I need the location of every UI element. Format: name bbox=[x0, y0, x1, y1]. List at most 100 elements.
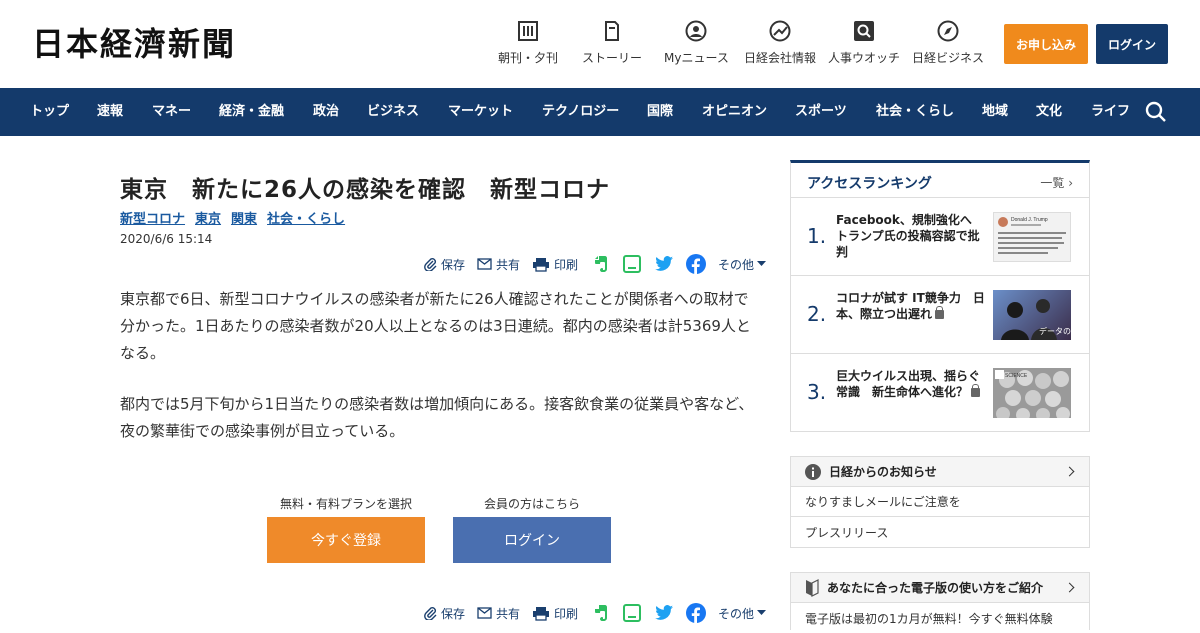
share-button[interactable]: 共有 bbox=[477, 605, 520, 622]
twitter-icon[interactable] bbox=[654, 603, 674, 623]
apply-button[interactable]: お申し込み bbox=[1004, 24, 1088, 64]
nav-label: 人事ウオッチ bbox=[828, 51, 901, 65]
chart-icon bbox=[769, 20, 791, 42]
tag-link[interactable]: 新型コロナ bbox=[120, 212, 185, 227]
lock-icon bbox=[935, 306, 945, 319]
search-icon[interactable] bbox=[1144, 100, 1168, 124]
rank-headline: Facebook、規制強化へ トランプ氏の投稿容認で批判 bbox=[836, 213, 984, 259]
guide-title: あなたに合った電子版の使い方をご紹介 bbox=[827, 581, 1044, 595]
ranking-more-link[interactable]: 一覧 › bbox=[1040, 174, 1073, 191]
tag-link[interactable]: 東京 bbox=[195, 212, 221, 227]
print-label: 印刷 bbox=[554, 257, 579, 272]
chevron-right-icon bbox=[1064, 582, 1075, 593]
save-button[interactable]: 保存 bbox=[424, 605, 465, 622]
thumb-caption: データの世紀 bbox=[1039, 326, 1071, 336]
more-label: その他 bbox=[718, 257, 755, 272]
site-logo[interactable]: 日本経濟新聞 bbox=[32, 24, 236, 64]
memo-icon[interactable] bbox=[622, 254, 642, 274]
twitter-icon[interactable] bbox=[654, 254, 674, 274]
user-icon bbox=[685, 20, 707, 42]
article-paragraph: 都内では5月下旬から1日当たりの感染者数は増加傾向にある。接客飲食業の従業員や客… bbox=[120, 395, 754, 440]
thumb-caption: Donald J. Trump bbox=[1011, 217, 1048, 223]
rank-number: 1. bbox=[807, 224, 827, 248]
nav-company-info[interactable]: 日経会社情報 bbox=[744, 20, 816, 66]
nav-item-business[interactable]: ビジネス bbox=[367, 88, 419, 136]
ranking-item[interactable]: 1. Facebook、規制強化へ トランプ氏の投稿容認で批判 Donald J… bbox=[791, 197, 1089, 275]
register-caption: 無料・有料プランを選択 bbox=[279, 497, 412, 511]
login-button[interactable]: ログイン bbox=[1096, 24, 1168, 64]
nav-item-international[interactable]: 国際 bbox=[647, 88, 673, 136]
ranking-item[interactable]: 3. 巨大ウイルス出現、揺らぐ常識 新生命体へ進化？ SCIENCE bbox=[791, 353, 1089, 431]
ranking-item[interactable]: 2. コロナが試す IT競争力 日本、際立つ出遅れ データの世紀 bbox=[791, 275, 1089, 353]
nav-item-market[interactable]: マーケット bbox=[448, 88, 513, 136]
nikkei-notice-box: 日経からのお知らせ なりすましメールにご注意を プレスリリース bbox=[790, 456, 1090, 548]
tag-link[interactable]: 社会・くらし bbox=[267, 212, 345, 227]
nav-story[interactable]: ストーリー bbox=[582, 20, 642, 66]
nav-label: ストーリー bbox=[582, 51, 643, 65]
paperclip-icon bbox=[424, 607, 437, 620]
nav-item-region[interactable]: 地域 bbox=[982, 88, 1008, 136]
evernote-icon[interactable] bbox=[590, 603, 610, 623]
nav-item-opinion[interactable]: オピニオン bbox=[702, 88, 767, 136]
memo-icon[interactable] bbox=[622, 603, 642, 623]
nav-personnel-watch[interactable]: 人事ウオッチ bbox=[828, 20, 900, 66]
tag-link[interactable]: 関東 bbox=[231, 212, 257, 227]
nav-morning-evening[interactable]: 朝刊・夕刊 bbox=[498, 20, 558, 66]
access-ranking: アクセスランキング 一覧 › 1. Facebook、規制強化へ トランプ氏の投… bbox=[790, 160, 1090, 432]
article-tags: 新型コロナ 東京 関東 社会・くらし bbox=[120, 208, 355, 227]
ranking-thumbnail: データの世紀 bbox=[993, 290, 1087, 340]
info-icon bbox=[805, 463, 821, 480]
caret-down-icon bbox=[757, 610, 767, 615]
article-paragraph: 東京都で6日、新型コロナウイルスの感染者が新たに26人確認されたことが関係者への… bbox=[120, 290, 751, 362]
print-button[interactable]: 印刷 bbox=[532, 256, 578, 273]
share-label: 共有 bbox=[496, 257, 521, 272]
data-century-image: データの世紀 bbox=[1001, 299, 1087, 340]
ranking-thumbnail: SCIENCE bbox=[993, 368, 1071, 422]
compass-icon bbox=[937, 20, 959, 42]
nav-item-culture[interactable]: 文化 bbox=[1036, 88, 1062, 136]
printer-icon bbox=[533, 606, 550, 621]
nav-item-top[interactable]: トップ bbox=[30, 88, 69, 136]
rank-number: 3. bbox=[807, 380, 827, 404]
share-label: 共有 bbox=[496, 606, 521, 621]
rank-headline: コロナが試す IT競争力 日本、際立つ出遅れ bbox=[836, 291, 985, 321]
nav-item-politics[interactable]: 政治 bbox=[313, 88, 339, 136]
rank-number: 2. bbox=[807, 302, 827, 326]
article-login-button[interactable]: ログイン bbox=[453, 517, 611, 563]
nav-item-breaking[interactable]: 速報 bbox=[97, 88, 123, 136]
share-button[interactable]: 共有 bbox=[477, 256, 520, 273]
nav-item-life[interactable]: ライフ bbox=[1091, 88, 1130, 136]
more-dropdown[interactable]: その他 bbox=[718, 605, 770, 622]
nav-item-money[interactable]: マネー bbox=[152, 88, 191, 136]
story-icon bbox=[601, 20, 623, 42]
register-button[interactable]: 今すぐ登録 bbox=[267, 517, 425, 563]
magnifier-icon bbox=[853, 20, 875, 42]
facebook-icon[interactable] bbox=[686, 254, 707, 274]
share-bar-bottom: 保存 共有 印刷 その他 bbox=[424, 601, 782, 625]
more-dropdown[interactable]: その他 bbox=[718, 256, 770, 273]
save-button[interactable]: 保存 bbox=[424, 256, 465, 273]
notice-link[interactable]: なりすましメールにご注意を bbox=[791, 487, 1089, 517]
nav-label: Myニュース bbox=[664, 51, 729, 65]
nav-item-sports[interactable]: スポーツ bbox=[795, 88, 847, 136]
notice-link[interactable]: プレスリリース bbox=[791, 517, 1089, 547]
digital-guide-box: あなたに合った電子版の使い方をご紹介 電子版は最初の1カ月が無料！今すぐ無料体験 bbox=[790, 572, 1090, 630]
facebook-icon[interactable] bbox=[686, 603, 707, 623]
print-button[interactable]: 印刷 bbox=[532, 605, 578, 622]
nav-nikkei-business[interactable]: 日経ビジネス bbox=[912, 20, 984, 66]
nav-item-society[interactable]: 社会・くらし bbox=[876, 88, 954, 136]
nav-item-economy[interactable]: 経済・金融 bbox=[219, 88, 284, 136]
evernote-icon[interactable] bbox=[590, 254, 610, 274]
beginner-mark-icon bbox=[806, 578, 819, 597]
nav-label: 朝刊・夕刊 bbox=[498, 51, 559, 65]
notice-header[interactable]: 日経からのお知らせ bbox=[791, 457, 1089, 487]
share-bar-top: 保存 共有 印刷 その他 bbox=[424, 252, 782, 276]
caret-down-icon bbox=[757, 261, 767, 266]
newspaper-icon bbox=[517, 20, 539, 42]
guide-header[interactable]: あなたに合った電子版の使い方をご紹介 bbox=[791, 573, 1089, 603]
nav-my-news[interactable]: Myニュース bbox=[664, 20, 729, 66]
nav-label: 日経ビジネス bbox=[912, 51, 985, 65]
paperclip-icon bbox=[424, 258, 437, 271]
nav-item-technology[interactable]: テクノロジー bbox=[542, 88, 619, 136]
guide-link[interactable]: 電子版は最初の1カ月が無料！今すぐ無料体験 bbox=[791, 603, 1089, 633]
